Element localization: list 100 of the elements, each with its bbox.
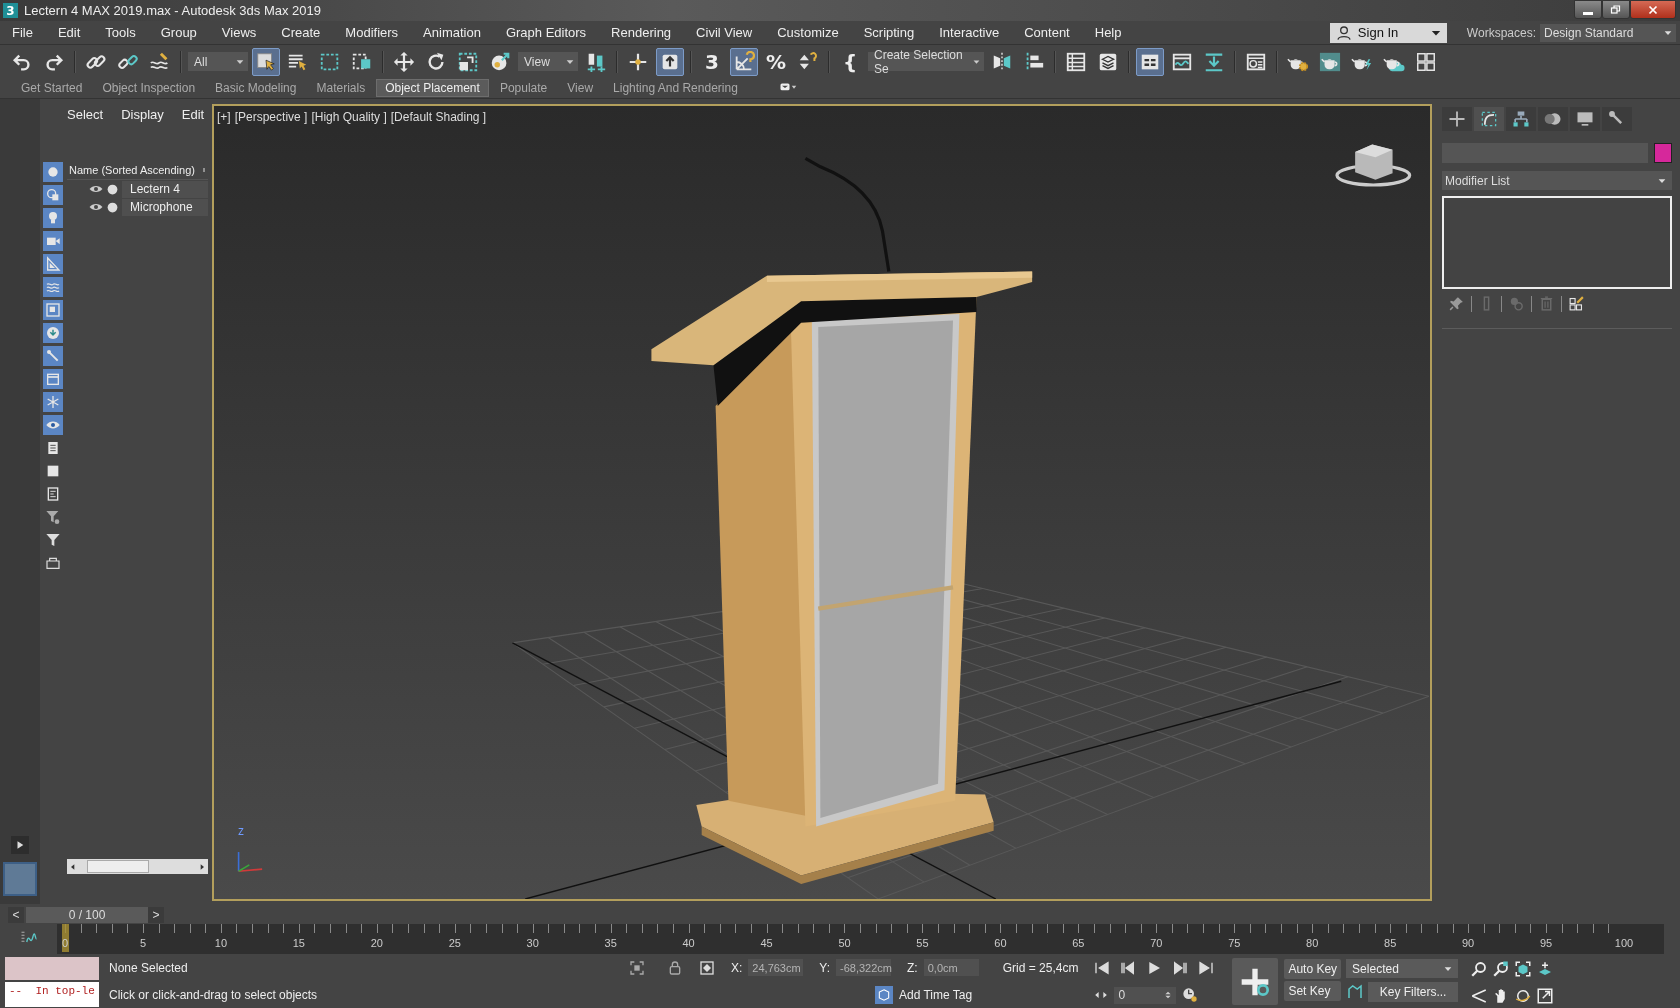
explorer-menu-item[interactable]: Edit <box>172 107 214 133</box>
menu-item[interactable]: Civil View <box>684 25 766 40</box>
current-frame-field[interactable]: 0 <box>1114 986 1177 1004</box>
maxscript-listener[interactable]: -- In top-le <box>5 957 99 1007</box>
caret-icon <box>566 57 574 66</box>
teapot-window-icon <box>1319 50 1341 73</box>
ribbon-tab[interactable]: Basic Modeling <box>206 79 306 97</box>
restore-button[interactable] <box>1602 0 1630 19</box>
ribbon-tab[interactable]: Get Started <box>12 79 92 97</box>
menu-item[interactable]: Help <box>1082 25 1135 40</box>
next-key-icon <box>1172 959 1189 976</box>
menu-item[interactable]: Graph Editors <box>493 25 600 40</box>
listener-output: -- In top-le <box>5 981 99 1007</box>
close-button[interactable] <box>1630 0 1676 19</box>
object-color-swatch[interactable] <box>1654 143 1672 163</box>
filter-toggle-button[interactable] <box>42 323 63 343</box>
add-time-tag-label[interactable]: Add Time Tag <box>899 988 973 1002</box>
scene-object-item[interactable]: Lectern 4 <box>122 180 208 198</box>
menu-item[interactable]: Scripting <box>851 25 928 40</box>
menu-item[interactable]: Rendering <box>599 25 685 40</box>
angle-button[interactable] <box>730 47 758 76</box>
filter-toggle-button[interactable] <box>42 162 63 182</box>
modifier-stack-list[interactable] <box>1442 196 1672 289</box>
modifier-list-dropdown[interactable]: Modifier List <box>1442 171 1672 190</box>
isolate-icon <box>629 959 645 976</box>
menu-item[interactable]: Customize <box>765 25 852 40</box>
current-frame-marker[interactable] <box>62 924 69 952</box>
filter-toggle-button[interactable] <box>42 277 63 297</box>
explorer-menu-item[interactable]: Display <box>112 107 173 133</box>
menu-item[interactable]: Animation <box>411 25 494 40</box>
toolbar-dropdown[interactable]: All <box>188 52 248 71</box>
ribbon-tab[interactable]: View <box>558 79 603 97</box>
coordinate-field[interactable]: 0,0cm <box>923 959 979 976</box>
grid-pencil-button[interactable] <box>1568 295 1585 312</box>
filter-toggle-button[interactable] <box>42 231 63 251</box>
filter-toggle-button[interactable] <box>42 208 63 228</box>
sign-in-dropdown[interactable]: Sign In <box>1329 22 1447 43</box>
filter-toggle-button[interactable] <box>42 254 63 274</box>
ribbon-tab[interactable]: Populate <box>490 79 557 97</box>
key-mode-button[interactable]: Auto Key <box>1284 959 1342 979</box>
trash-icon <box>1538 295 1555 312</box>
monitor-tab[interactable] <box>1570 107 1600 131</box>
snap-toggle-button[interactable]: % <box>762 47 790 76</box>
menu-item[interactable]: Interactive <box>927 25 1013 40</box>
viewport-label[interactable]: [+] <box>217 110 231 124</box>
panels-button[interactable] <box>1136 47 1164 76</box>
ribbon-tab[interactable]: Object Placement <box>376 79 489 97</box>
up-arrow-button[interactable] <box>656 47 684 76</box>
column-header[interactable]: Name (Sorted Ascending) <box>69 163 195 176</box>
toolbar-dropdown[interactable]: Create Selection Se <box>868 52 984 71</box>
menu-item[interactable]: Content <box>1012 25 1083 40</box>
viewport-label[interactable]: [Perspective ] <box>234 110 308 124</box>
key-filters-button[interactable]: Key Filters... <box>1368 982 1459 1002</box>
curve-frame-tab[interactable] <box>1474 107 1504 131</box>
snap-toggle-button[interactable]: 3 <box>698 47 726 76</box>
ribbon-tab[interactable]: Materials <box>307 79 375 97</box>
menu-item[interactable]: File <box>0 25 46 40</box>
coordinate-field[interactable]: 24,763cm <box>748 959 804 976</box>
filter-toggle-button[interactable] <box>42 346 63 366</box>
toolbar-dropdown[interactable]: View <box>518 52 578 71</box>
viewport-layout-thumbnail[interactable] <box>3 862 37 896</box>
explorer-menu-item[interactable]: Select <box>58 107 113 133</box>
pushpin-button[interactable] <box>1448 295 1465 312</box>
menu-item[interactable]: Tools <box>93 25 149 40</box>
minimize-button[interactable] <box>1574 0 1602 19</box>
filter-toggle-button[interactable] <box>42 392 63 412</box>
filter-toggle-button[interactable] <box>42 185 63 205</box>
time-slider-thumb[interactable]: 0 / 100 <box>26 906 148 923</box>
workspace-dropdown[interactable]: Design Standard <box>1540 23 1676 42</box>
horizontal-scrollbar[interactable] <box>67 859 208 874</box>
next-frame-button[interactable]: > <box>148 906 164 923</box>
key-mode-button[interactable]: Set Key <box>1284 981 1342 1001</box>
ribbon-tab[interactable]: Object Inspection <box>93 79 205 97</box>
filter-toggle-button[interactable] <box>42 369 63 389</box>
set-key-button[interactable] <box>1232 958 1279 1005</box>
spinner-icon <box>1164 991 1173 999</box>
arrow-cursor-button[interactable] <box>252 47 280 76</box>
snap-toggle-button[interactable]: { <box>836 47 864 76</box>
expand-button[interactable] <box>11 836 29 854</box>
hierarchy-tab[interactable] <box>1506 107 1536 131</box>
viewport-label[interactable]: [High Quality ] <box>311 110 387 124</box>
ball-tab[interactable] <box>1538 107 1568 131</box>
wrench-tab[interactable] <box>1602 107 1632 131</box>
menu-item[interactable]: Edit <box>45 25 94 40</box>
key-set-dropdown[interactable]: Selected <box>1346 959 1459 978</box>
menu-item[interactable]: Group <box>148 25 210 40</box>
viewport-label[interactable]: [Default Shading ] <box>390 110 487 124</box>
ribbon-tab[interactable]: Lighting And Rendering <box>604 79 747 97</box>
filter-toggle-button[interactable] <box>42 300 63 320</box>
time-tag-button[interactable] <box>875 986 893 1004</box>
menu-item[interactable]: Modifiers <box>333 25 412 40</box>
perspective-viewport[interactable]: [+] [Perspective ] [High Quality ] [Default Shading ] z <box>212 104 1432 901</box>
filter-toggle-button[interactable] <box>42 415 63 435</box>
scene-object-item[interactable]: Microphone <box>122 198 208 216</box>
menu-item[interactable]: Create <box>269 25 334 40</box>
frame-tick-label: 45 <box>760 937 773 949</box>
previous-frame-button[interactable]: < <box>8 906 24 923</box>
menu-item[interactable]: Views <box>209 25 270 40</box>
coordinate-field[interactable]: -68,322cm <box>836 959 892 976</box>
plus-tab[interactable] <box>1442 107 1472 131</box>
